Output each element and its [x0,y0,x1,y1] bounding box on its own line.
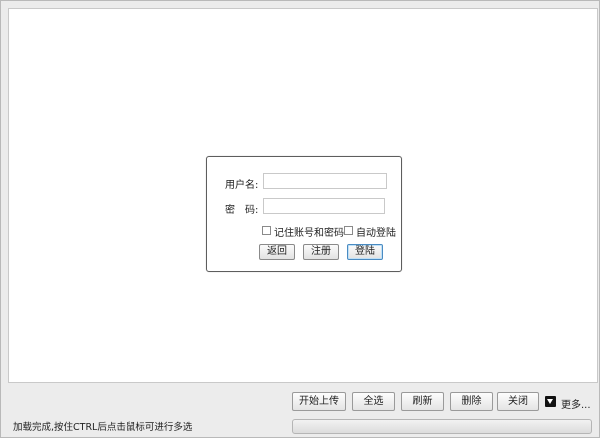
autologin-label[interactable]: 自动登陆 [356,224,396,239]
refresh-button[interactable]: 刷新 [401,392,444,411]
back-button[interactable]: 返回 [259,244,295,260]
username-input[interactable] [263,173,387,189]
more-menu[interactable]: 更多... [561,396,591,411]
login-button[interactable]: 登陆 [347,244,383,260]
remember-label[interactable]: 记住账号和密码 [274,224,344,239]
close-button[interactable]: 关闭 [497,392,539,411]
upload-progress-bar [292,419,592,434]
start-upload-button[interactable]: 开始上传 [292,392,346,411]
delete-button[interactable]: 删除 [450,392,493,411]
upload-file-area[interactable]: 用户名: 密 码: 记住账号和密码 自动登陆 返回 注册 登陆 [8,8,598,383]
password-input[interactable] [263,198,385,214]
username-label: 用户名: [225,180,259,191]
password-label: 密 码: [225,205,259,216]
remember-checkbox[interactable] [262,226,271,235]
register-button[interactable]: 注册 [303,244,339,260]
login-dialog: 用户名: 密 码: 记住账号和密码 自动登陆 返回 注册 登陆 [206,156,402,272]
window: 用户名: 密 码: 记住账号和密码 自动登陆 返回 注册 登陆 开始上传 全选 … [0,0,600,438]
dropdown-arrow-icon[interactable] [545,396,556,407]
autologin-checkbox[interactable] [344,226,353,235]
select-all-button[interactable]: 全选 [352,392,395,411]
status-text: 加载完成,按住CTRL后点击鼠标可进行多选 [13,422,193,433]
